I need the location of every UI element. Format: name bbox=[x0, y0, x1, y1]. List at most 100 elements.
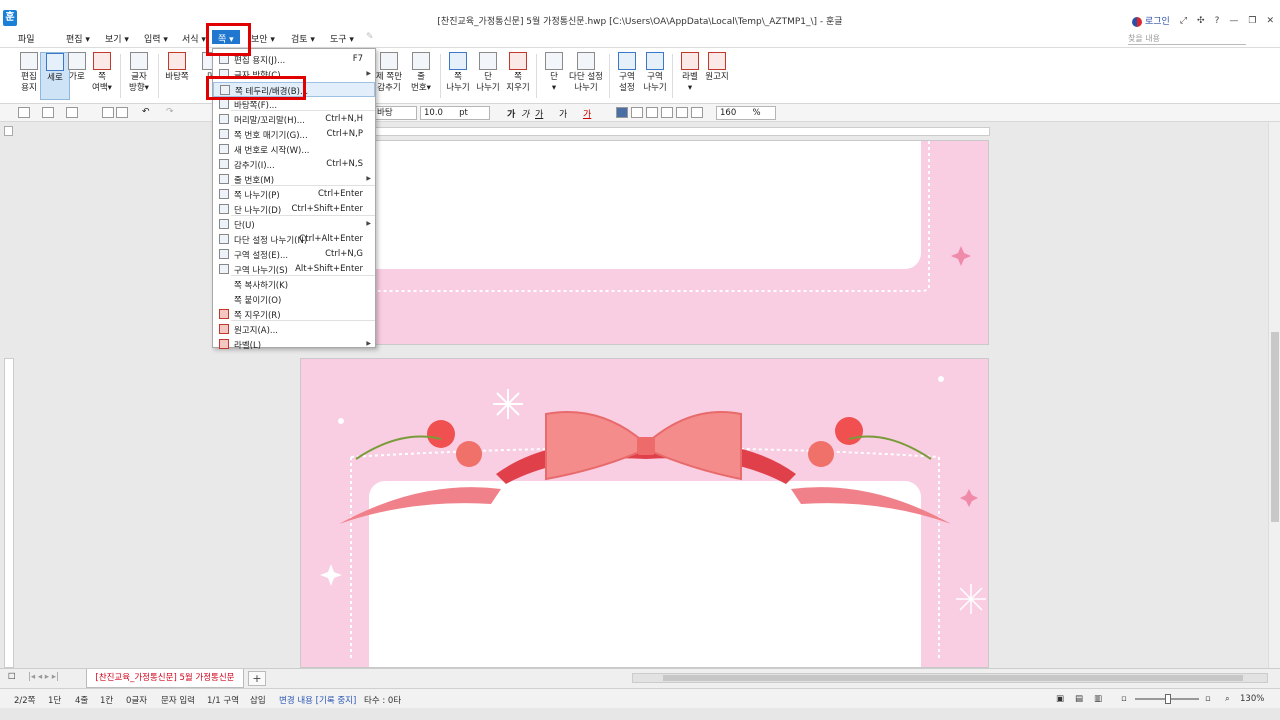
search-input[interactable]: 찾을 내용 bbox=[1128, 33, 1246, 45]
manuscript-icon bbox=[219, 324, 229, 334]
zoom-slider-knob[interactable] bbox=[1165, 694, 1171, 704]
status-zoom[interactable]: 130% bbox=[1240, 694, 1264, 704]
menu-tools[interactable]: 도구 ▾ bbox=[330, 32, 354, 45]
menu-item-shortcut: Ctrl+N,P bbox=[326, 129, 363, 139]
horizontal-ruler[interactable] bbox=[300, 127, 990, 136]
delete-page-button[interactable]: 쪽 지우기 bbox=[503, 52, 533, 100]
menu-item-8[interactable]: 줄 번호(M) ▶ bbox=[213, 172, 375, 187]
menu-item-9[interactable]: 쪽 나누기(P) Ctrl+Enter bbox=[213, 187, 375, 202]
master-page-button[interactable]: 바탕쪽 bbox=[162, 52, 192, 100]
add-tab-button[interactable]: + bbox=[248, 671, 266, 686]
menu-item-11[interactable]: 단(U) ▶ bbox=[213, 217, 375, 232]
italic-button[interactable]: 가 bbox=[521, 107, 529, 120]
menu-item-6[interactable]: 새 번호로 시작(W)... bbox=[213, 142, 375, 157]
menu-item-label: 구역 나누기(S) bbox=[234, 266, 288, 276]
close-icon[interactable]: ✕ bbox=[1266, 16, 1274, 26]
line-number-button[interactable]: 줄 번호▾ bbox=[406, 52, 436, 100]
view-normal-icon[interactable]: ▣ bbox=[1056, 694, 1064, 704]
strikethrough-button[interactable]: 가 bbox=[559, 107, 567, 120]
vertical-ruler[interactable] bbox=[4, 358, 14, 668]
menu-item-19[interactable]: 라벨(L) ▶ bbox=[213, 337, 375, 352]
view-outline-icon[interactable]: ▥ bbox=[1094, 694, 1102, 704]
menu-item-12[interactable]: 다단 설정 나누기(N) Ctrl+Alt+Enter bbox=[213, 232, 375, 247]
section-break-button[interactable]: 구역 나누기 bbox=[640, 52, 670, 100]
align-left-icon[interactable] bbox=[631, 107, 643, 118]
pin-icon[interactable]: ✎ bbox=[366, 32, 374, 42]
ribbon-separator bbox=[120, 54, 121, 98]
document-page-2[interactable] bbox=[300, 358, 989, 668]
align-right-icon[interactable] bbox=[661, 107, 673, 118]
login-button[interactable]: 로그인 bbox=[1132, 14, 1170, 27]
option-icon[interactable]: ✣ bbox=[1197, 16, 1205, 26]
undo-icon[interactable]: ↶ bbox=[142, 107, 150, 117]
multi-column-button[interactable]: 다단 설정 나누기 bbox=[566, 52, 606, 100]
new-doc-icon[interactable] bbox=[18, 107, 30, 118]
menu-item-14[interactable]: 구역 나누기(S) Alt+Shift+Enter bbox=[213, 262, 375, 277]
print-icon[interactable] bbox=[102, 107, 114, 118]
vertical-scrollbar[interactable] bbox=[1268, 122, 1280, 668]
scroll-thumb[interactable] bbox=[663, 675, 1243, 681]
menu-item-shortcut: Ctrl+N,G bbox=[325, 249, 363, 259]
zoom-out-icon[interactable]: ▫ bbox=[1121, 694, 1127, 704]
open-icon[interactable] bbox=[42, 107, 54, 118]
document-tab[interactable]: [찬진교육_가정통신문] 5월 가정통신문 bbox=[86, 669, 244, 688]
view-web-icon[interactable]: ▤ bbox=[1075, 694, 1083, 704]
restore-icon[interactable]: ❐ bbox=[1248, 16, 1256, 26]
tab-nav-icon[interactable]: |◂ ◂ ▸ ▸| bbox=[28, 672, 59, 682]
font-select[interactable]: 바탕 bbox=[373, 106, 417, 120]
status-insert[interactable]: 삽입 bbox=[250, 694, 266, 706]
bold-button[interactable]: 가 bbox=[507, 107, 515, 120]
page-break-button[interactable]: 쪽 나누기 bbox=[443, 52, 473, 100]
text-direction-button[interactable]: 글자 방향▾ bbox=[124, 52, 154, 100]
menu-item-7[interactable]: 감추기(I)... Ctrl+N,S bbox=[213, 157, 375, 172]
tab-list-icon[interactable]: ☐ bbox=[8, 672, 16, 682]
menu-file[interactable]: 파일 bbox=[18, 32, 35, 45]
menu-format[interactable]: 서식 ▾ bbox=[182, 32, 206, 45]
menu-item-10[interactable]: 단 나누기(D) Ctrl+Shift+Enter bbox=[213, 202, 375, 217]
align-justify-icon[interactable] bbox=[616, 107, 628, 118]
menu-insert[interactable]: 입력 ▾ bbox=[144, 32, 168, 45]
document-page-1[interactable] bbox=[300, 140, 989, 345]
menu-item-17[interactable]: 쪽 지우기(R) bbox=[213, 307, 375, 322]
menu-edit[interactable]: 편집 ▾ bbox=[66, 32, 90, 45]
menu-security[interactable]: 보안 ▾ bbox=[251, 32, 275, 45]
manuscript-button[interactable]: 원고지 bbox=[702, 52, 732, 100]
font-color-button[interactable]: 가 bbox=[583, 107, 591, 120]
preview-icon[interactable] bbox=[116, 107, 128, 118]
user-icon bbox=[1132, 16, 1143, 27]
zoom-search-icon[interactable]: ⌕ bbox=[1225, 694, 1230, 704]
zoom-in-icon[interactable]: ▫ bbox=[1205, 694, 1211, 704]
status-page[interactable]: 2/2쪽 bbox=[14, 694, 36, 706]
status-track-changes[interactable]: 변경 내용 [기록 중지] bbox=[279, 694, 356, 706]
menu-item-16[interactable]: 쪽 붙이기(O) bbox=[213, 292, 375, 307]
scroll-thumb[interactable] bbox=[1271, 332, 1279, 522]
menu-item-label: 바탕쪽(F)... bbox=[234, 101, 278, 111]
section-setup-button[interactable]: 구역 설정 bbox=[612, 52, 642, 100]
minimize-icon[interactable]: — bbox=[1229, 16, 1238, 26]
margin-button[interactable]: 쪽 여백▾ bbox=[87, 52, 117, 100]
font-size-input[interactable]: 10.0 pt bbox=[420, 106, 490, 120]
label-button[interactable]: 라벨 ▾ bbox=[675, 52, 705, 100]
horizontal-scrollbar[interactable] bbox=[632, 673, 1268, 683]
help-icon[interactable]: ? bbox=[1215, 16, 1220, 26]
menu-item-5[interactable]: 쪽 번호 매기기(G)... Ctrl+N,P bbox=[213, 127, 375, 142]
menu-item-4[interactable]: 머리말/꼬리말(H)... Ctrl+N,H bbox=[213, 112, 375, 127]
menu-review[interactable]: 검토 ▾ bbox=[291, 32, 315, 45]
column-break-button[interactable]: 단 나누기 bbox=[473, 52, 503, 100]
text-direction-icon bbox=[130, 52, 148, 70]
fullscreen-icon[interactable]: ⤢ bbox=[1180, 16, 1187, 26]
redo-icon[interactable]: ↷ bbox=[166, 107, 174, 117]
save-icon[interactable] bbox=[66, 107, 78, 118]
menu-item-18[interactable]: 원고지(A)... bbox=[213, 322, 375, 337]
distribute-icon[interactable] bbox=[676, 107, 688, 118]
divide-icon[interactable] bbox=[691, 107, 703, 118]
columns-button[interactable]: 단 ▾ bbox=[539, 52, 569, 100]
menu-item-13[interactable]: 구역 설정(E)... Ctrl+N,G bbox=[213, 247, 375, 262]
menu-item-15[interactable]: 쪽 복사하기(K) bbox=[213, 277, 375, 292]
underline-button[interactable]: 가 bbox=[535, 107, 543, 120]
hide-button[interactable]: 제 쪽만 감추기 bbox=[374, 52, 404, 100]
zoom-input[interactable]: 160 % bbox=[716, 106, 776, 120]
align-center-icon[interactable] bbox=[646, 107, 658, 118]
menu-view[interactable]: 보기 ▾ bbox=[105, 32, 129, 45]
document-tab-bar: ☐ |◂ ◂ ▸ ▸| [찬진교육_가정통신문] 5월 가정통신문 + bbox=[0, 668, 1280, 688]
